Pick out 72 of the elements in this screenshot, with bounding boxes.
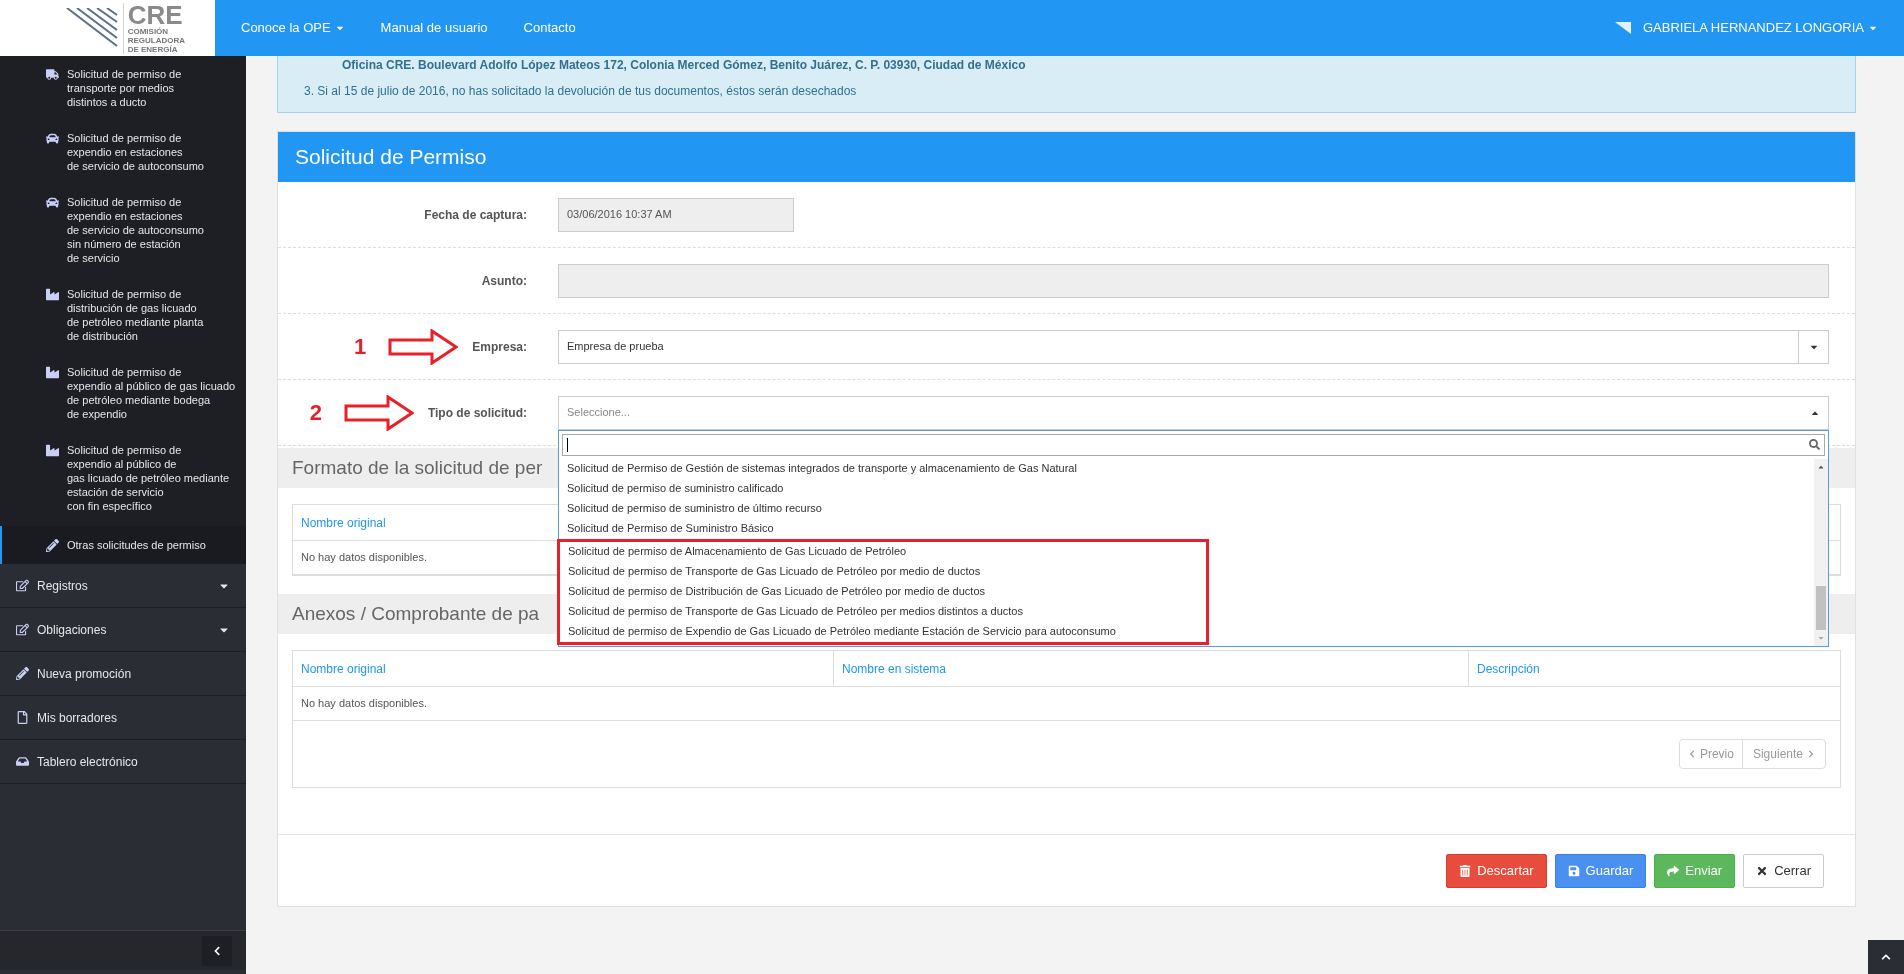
user-flag-icon xyxy=(1614,22,1631,34)
discard-button[interactable]: Descartar xyxy=(1446,853,1547,888)
scroll-top-button[interactable] xyxy=(1868,940,1904,974)
dropdown-option[interactable]: Solicitud de permiso de Distribución de Gas Licuado de Petróleo por medio de ductos xyxy=(560,581,1206,602)
field-label: Fecha de captura: xyxy=(424,206,527,224)
factory-icon xyxy=(46,288,59,301)
edit-icon xyxy=(16,579,29,592)
chevron-left-icon xyxy=(212,945,222,956)
collapse-button[interactable] xyxy=(202,935,232,966)
sidebar-item[interactable]: Solicitud de permiso de expendio al público de gas licuado de petróleo mediante bodega de expendio xyxy=(0,354,246,432)
field-label: Empresa: xyxy=(472,338,527,356)
factory-icon xyxy=(46,444,59,457)
close-button[interactable]: Cerrar xyxy=(1743,853,1824,888)
chevron-up-icon xyxy=(1881,952,1891,962)
search-field[interactable] xyxy=(562,433,1825,456)
pencil-icon xyxy=(46,539,59,552)
save-icon xyxy=(1567,864,1580,877)
logo-subtitle: COMISIÓN REGULADORA DE ENERGÍA xyxy=(127,26,185,54)
sidebar-item[interactable]: Solicitud de permiso de transporte por medios distintos a ducto xyxy=(0,56,246,120)
section-title: Anexos / Comprobante de pa xyxy=(292,601,540,626)
sidebar-menu-item[interactable]: Mis borradores xyxy=(0,696,246,740)
sidebar-item[interactable]: Solicitud de permiso de expendio en estaciones de servicio de autoconsumo xyxy=(0,120,246,184)
logo-title: CRE xyxy=(127,2,184,27)
dropdown-option[interactable]: Solicitud de permiso de Almacenamiento de Gas Licuado de Petróleo xyxy=(560,541,1206,562)
select-field[interactable]: Seleccione... xyxy=(558,395,1829,430)
empty-message: No hay datos disponibles. xyxy=(301,550,427,566)
select-field[interactable]: Empresa de prueba xyxy=(558,329,1829,364)
panel-title: Solicitud de Permiso xyxy=(295,144,487,171)
trash-icon xyxy=(1459,864,1472,877)
annotation-number: 1 xyxy=(354,333,367,361)
alert-text: Oficina CRE. Boulevard Adolfo López Mateos 172, Colonia Merced Gómez, Benito Juárez, C. P. 03930, Ciudad de México xyxy=(341,57,1027,74)
dropdown-option[interactable]: Solicitud de permiso de suministro de último recurso xyxy=(559,498,1814,519)
inbox-icon xyxy=(16,755,29,768)
sidebar-item[interactable]: Solicitud de permiso de distribución de gas licuado de petróleo mediante planta de distribución xyxy=(0,276,246,354)
chevron-right-icon xyxy=(1807,750,1815,758)
sidebar-menu-item[interactable]: Registros xyxy=(0,564,246,608)
close-icon xyxy=(1756,864,1769,877)
empty-message: No hay datos disponibles. xyxy=(301,696,427,712)
dropdown-option[interactable]: Solicitud de permiso de Transporte de Gas Licuado de Petróleo per medios distintos a ductos xyxy=(560,601,1206,622)
annotation-arrow xyxy=(388,328,459,365)
chevron-left-icon xyxy=(1687,750,1696,758)
truck-icon xyxy=(46,68,59,81)
dropdown-option[interactable]: Solicitud de permiso de Expendio de Gas Licuado de Petróleo mediante Estación de Servicio para autoconsumo xyxy=(560,621,1206,642)
share-arrow-icon xyxy=(1667,864,1680,877)
edit-icon xyxy=(16,623,29,636)
sidebar-menu-item[interactable]: Nueva promoción xyxy=(0,652,246,696)
dropdown-option[interactable]: Solicitud de permiso de Transporte de Gas Licuado de Petróleo por medio de ductos xyxy=(560,561,1206,582)
sidebar-item[interactable]: Otras solicitudes de permiso xyxy=(0,526,246,564)
car-icon xyxy=(46,196,59,209)
search-icon xyxy=(1809,439,1820,450)
column-header: Nombre original xyxy=(301,660,386,678)
sidebar-menu-item[interactable]: Obligaciones xyxy=(0,608,246,652)
car-icon xyxy=(46,132,59,145)
pencil-icon xyxy=(16,667,29,680)
scrollbar-thumb[interactable] xyxy=(1816,585,1826,630)
column-header: Nombre en sistema xyxy=(842,660,947,678)
dropdown-option[interactable]: Solicitud de Permiso de Gestión de sistemas integrados de transporte y almacenamiento de Gas Natural xyxy=(559,458,1814,479)
file-icon xyxy=(16,711,29,724)
section-title: Formato de la solicitud de per xyxy=(292,455,543,480)
sidebar-item[interactable]: Solicitud de permiso de expendio al público de gas licuado de petróleo mediante estación de servicio con fin específico xyxy=(0,432,246,524)
field-label: Tipo de solicitud: xyxy=(427,404,527,422)
field-label: Asunto: xyxy=(481,272,527,290)
dropdown-option[interactable]: Solicitud de permiso de suministro calificado xyxy=(559,478,1814,499)
alert-text: 3. Si al 15 de julio de 2016, no has solicitado la devolución de tus documentos, éstos serán desechados xyxy=(304,83,858,100)
sidebar-item[interactable]: Solicitud de permiso de expendio en estaciones de servicio de autoconsumo sin número de estación de servicio xyxy=(0,184,246,276)
annotation-number: 2 xyxy=(309,399,322,427)
column-header: Nombre original xyxy=(301,514,386,532)
dropdown-option[interactable]: Solicitud de Permiso de Suministro Básico xyxy=(559,518,1814,539)
factory-icon xyxy=(46,366,59,379)
annotation-arrow xyxy=(343,394,414,431)
sidebar-menu-item[interactable]: Tablero electrónico xyxy=(0,740,246,784)
column-header: Descripción xyxy=(1477,660,1540,678)
